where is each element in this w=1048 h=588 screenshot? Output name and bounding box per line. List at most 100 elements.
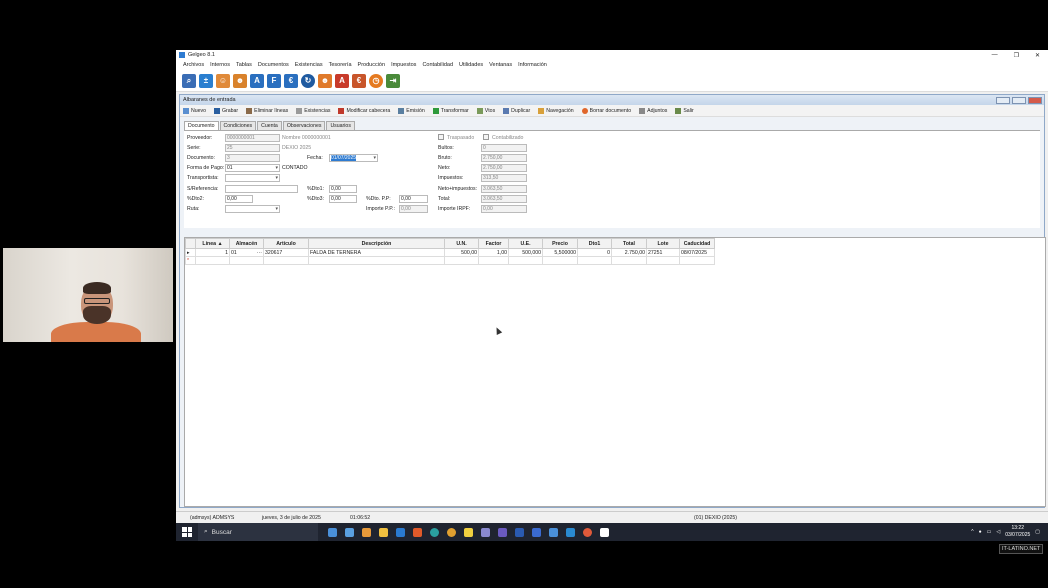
windows-start-icon[interactable] bbox=[182, 527, 192, 537]
column-header-almacen[interactable]: Almacén bbox=[229, 238, 264, 249]
ellipsis-icon[interactable]: ··· bbox=[257, 250, 262, 256]
cell-empty[interactable] bbox=[229, 256, 264, 265]
folder-icon[interactable] bbox=[379, 527, 388, 537]
binoculars-icon[interactable]: ⌕ bbox=[182, 73, 196, 88]
cell-empty[interactable] bbox=[444, 256, 479, 265]
column-header-un[interactable]: U.N. bbox=[444, 238, 479, 249]
cell-empty[interactable] bbox=[611, 256, 647, 265]
menu-archivos[interactable]: Archivos bbox=[183, 62, 204, 68]
cell-almacen[interactable]: 01 ··· bbox=[229, 248, 264, 257]
cell-ue[interactable]: 500,000 bbox=[508, 248, 543, 257]
fecha-field[interactable]: 01/07/2025 ▾ bbox=[329, 154, 378, 162]
nuevo-button[interactable]: Nuevo bbox=[183, 107, 206, 114]
child-close-icon[interactable] bbox=[1028, 96, 1042, 104]
menu-existencias[interactable]: Existencias bbox=[295, 62, 323, 68]
child-minimize-icon[interactable] bbox=[996, 96, 1010, 104]
adjuntos-button[interactable]: Adjuntos bbox=[639, 107, 667, 114]
maximize-icon[interactable]: ❐ bbox=[1014, 52, 1019, 59]
transformar-button[interactable]: Transformar bbox=[432, 107, 469, 114]
dtopp-field[interactable]: 0,00 bbox=[399, 195, 428, 203]
cell-empty[interactable] bbox=[263, 256, 309, 265]
dto1-field[interactable]: 0,00 bbox=[329, 185, 357, 193]
tab-documento[interactable]: Documento bbox=[184, 121, 219, 130]
sreferencia-field[interactable] bbox=[225, 185, 298, 193]
column-header-lote[interactable]: Lote bbox=[646, 238, 680, 249]
menu-contabilidad[interactable]: Contabilidad bbox=[422, 62, 453, 68]
cell-precio[interactable]: 5,500000 bbox=[542, 248, 578, 257]
grabar-button[interactable]: Grabar bbox=[214, 107, 238, 114]
navegacion-button[interactable]: Navegación bbox=[538, 107, 574, 114]
cell-lote[interactable]: 27251 bbox=[646, 248, 680, 257]
tab-condiciones[interactable]: Condiciones bbox=[219, 121, 257, 130]
menu-documentos[interactable]: Documentos bbox=[258, 62, 289, 68]
cell-total[interactable]: 2.750,00 bbox=[611, 248, 647, 257]
menu-ventanas[interactable]: Ventanas bbox=[489, 62, 512, 68]
vtos-button[interactable]: Vtos bbox=[476, 107, 495, 114]
menu-utilidades[interactable]: Utilidades bbox=[459, 62, 483, 68]
minimize-icon[interactable]: — bbox=[992, 52, 998, 59]
taskbar-clock[interactable]: 13:22 03/07/2025 bbox=[1005, 525, 1030, 539]
edge-icon[interactable] bbox=[430, 527, 439, 537]
documento-field[interactable]: 3 bbox=[225, 154, 280, 162]
menu-internos[interactable]: Internos bbox=[210, 62, 230, 68]
chevron-up-icon[interactable]: ^ bbox=[971, 529, 973, 535]
mail-icon[interactable] bbox=[396, 527, 405, 537]
app-icon-1[interactable] bbox=[328, 527, 337, 537]
proveedor-field[interactable]: 0000000001 bbox=[225, 134, 280, 142]
chrome-icon[interactable] bbox=[447, 527, 456, 537]
menu-informacion[interactable]: Información bbox=[518, 62, 547, 68]
menu-tablas[interactable]: Tablas bbox=[236, 62, 252, 68]
mic-icon[interactable]: ● bbox=[979, 529, 982, 535]
column-header-ue[interactable]: U.E. bbox=[508, 238, 543, 249]
duplicar-button[interactable]: Duplicar bbox=[503, 107, 530, 114]
app-icon-g[interactable] bbox=[600, 527, 609, 537]
column-header-articulo[interactable]: Artículo bbox=[263, 238, 309, 249]
teams-icon[interactable] bbox=[498, 527, 507, 537]
table-row[interactable]: ▸ 1 01 ··· 320617 FALDA DE TERNERA 500,00… bbox=[185, 248, 715, 257]
app-icon-10[interactable] bbox=[481, 527, 490, 537]
cell-un[interactable]: 500,00 bbox=[444, 248, 479, 257]
app-icon-13[interactable] bbox=[532, 527, 541, 537]
brave-icon[interactable] bbox=[413, 527, 422, 537]
cell-empty[interactable] bbox=[195, 256, 230, 265]
letter-a-icon[interactable]: A bbox=[250, 73, 264, 88]
euro-red-icon[interactable]: € bbox=[352, 73, 366, 88]
borrar-documento-button[interactable]: Borrar documento bbox=[581, 107, 631, 114]
app-icon-15[interactable] bbox=[566, 527, 575, 537]
cell-dto1[interactable]: 0 bbox=[577, 248, 612, 257]
cell-empty[interactable] bbox=[478, 256, 509, 265]
cell-empty[interactable] bbox=[508, 256, 543, 265]
ruta-select[interactable]: ▾ bbox=[225, 205, 280, 213]
cell-caducidad[interactable]: 08/07/2025 bbox=[679, 248, 715, 257]
cell-factor[interactable]: 1,00 bbox=[478, 248, 509, 257]
close-icon[interactable]: ✕ bbox=[1035, 52, 1040, 59]
transportista-select[interactable]: ▾ bbox=[225, 174, 280, 182]
dto2-field[interactable]: 0,00 bbox=[225, 195, 253, 203]
menu-produccion[interactable]: Producción bbox=[358, 62, 386, 68]
person-icon[interactable]: ☻ bbox=[233, 73, 247, 88]
forma-pago-select[interactable]: 01 ▾ bbox=[225, 164, 280, 172]
cell-empty[interactable] bbox=[308, 256, 445, 265]
users-icon[interactable]: ☺ bbox=[216, 73, 230, 88]
cell-empty[interactable] bbox=[679, 256, 715, 265]
column-header-linea[interactable]: Línea ▲ bbox=[195, 238, 230, 249]
table-new-row[interactable]: * bbox=[185, 256, 715, 265]
letter-f-icon[interactable]: F bbox=[267, 73, 281, 88]
person-orange-icon[interactable]: ☻ bbox=[318, 73, 332, 88]
tab-observaciones[interactable]: Observaciones bbox=[282, 121, 326, 130]
tab-usuarios[interactable]: Usuarios bbox=[326, 121, 355, 130]
column-header-total[interactable]: Total bbox=[611, 238, 647, 249]
euro-icon[interactable]: € bbox=[284, 73, 298, 88]
gelgeo-taskbar-icon[interactable] bbox=[549, 527, 558, 537]
existencias-button[interactable]: Existencias bbox=[296, 107, 330, 114]
menu-tesoreria[interactable]: Tesorería bbox=[329, 62, 352, 68]
taskbar-search[interactable]: ⌕ Buscar bbox=[198, 523, 318, 541]
cell-articulo[interactable]: 320617 bbox=[263, 248, 309, 257]
cell-empty[interactable] bbox=[577, 256, 612, 265]
exit-door-icon[interactable]: ⇥ bbox=[386, 73, 400, 88]
cell-descripcion[interactable]: FALDA DE TERNERA bbox=[308, 248, 445, 257]
clock-icon[interactable]: ◷ bbox=[369, 73, 383, 88]
cell-linea[interactable]: 1 bbox=[195, 248, 230, 257]
app-icon-16[interactable] bbox=[583, 527, 592, 537]
network-icon[interactable]: ▭ bbox=[987, 529, 992, 535]
